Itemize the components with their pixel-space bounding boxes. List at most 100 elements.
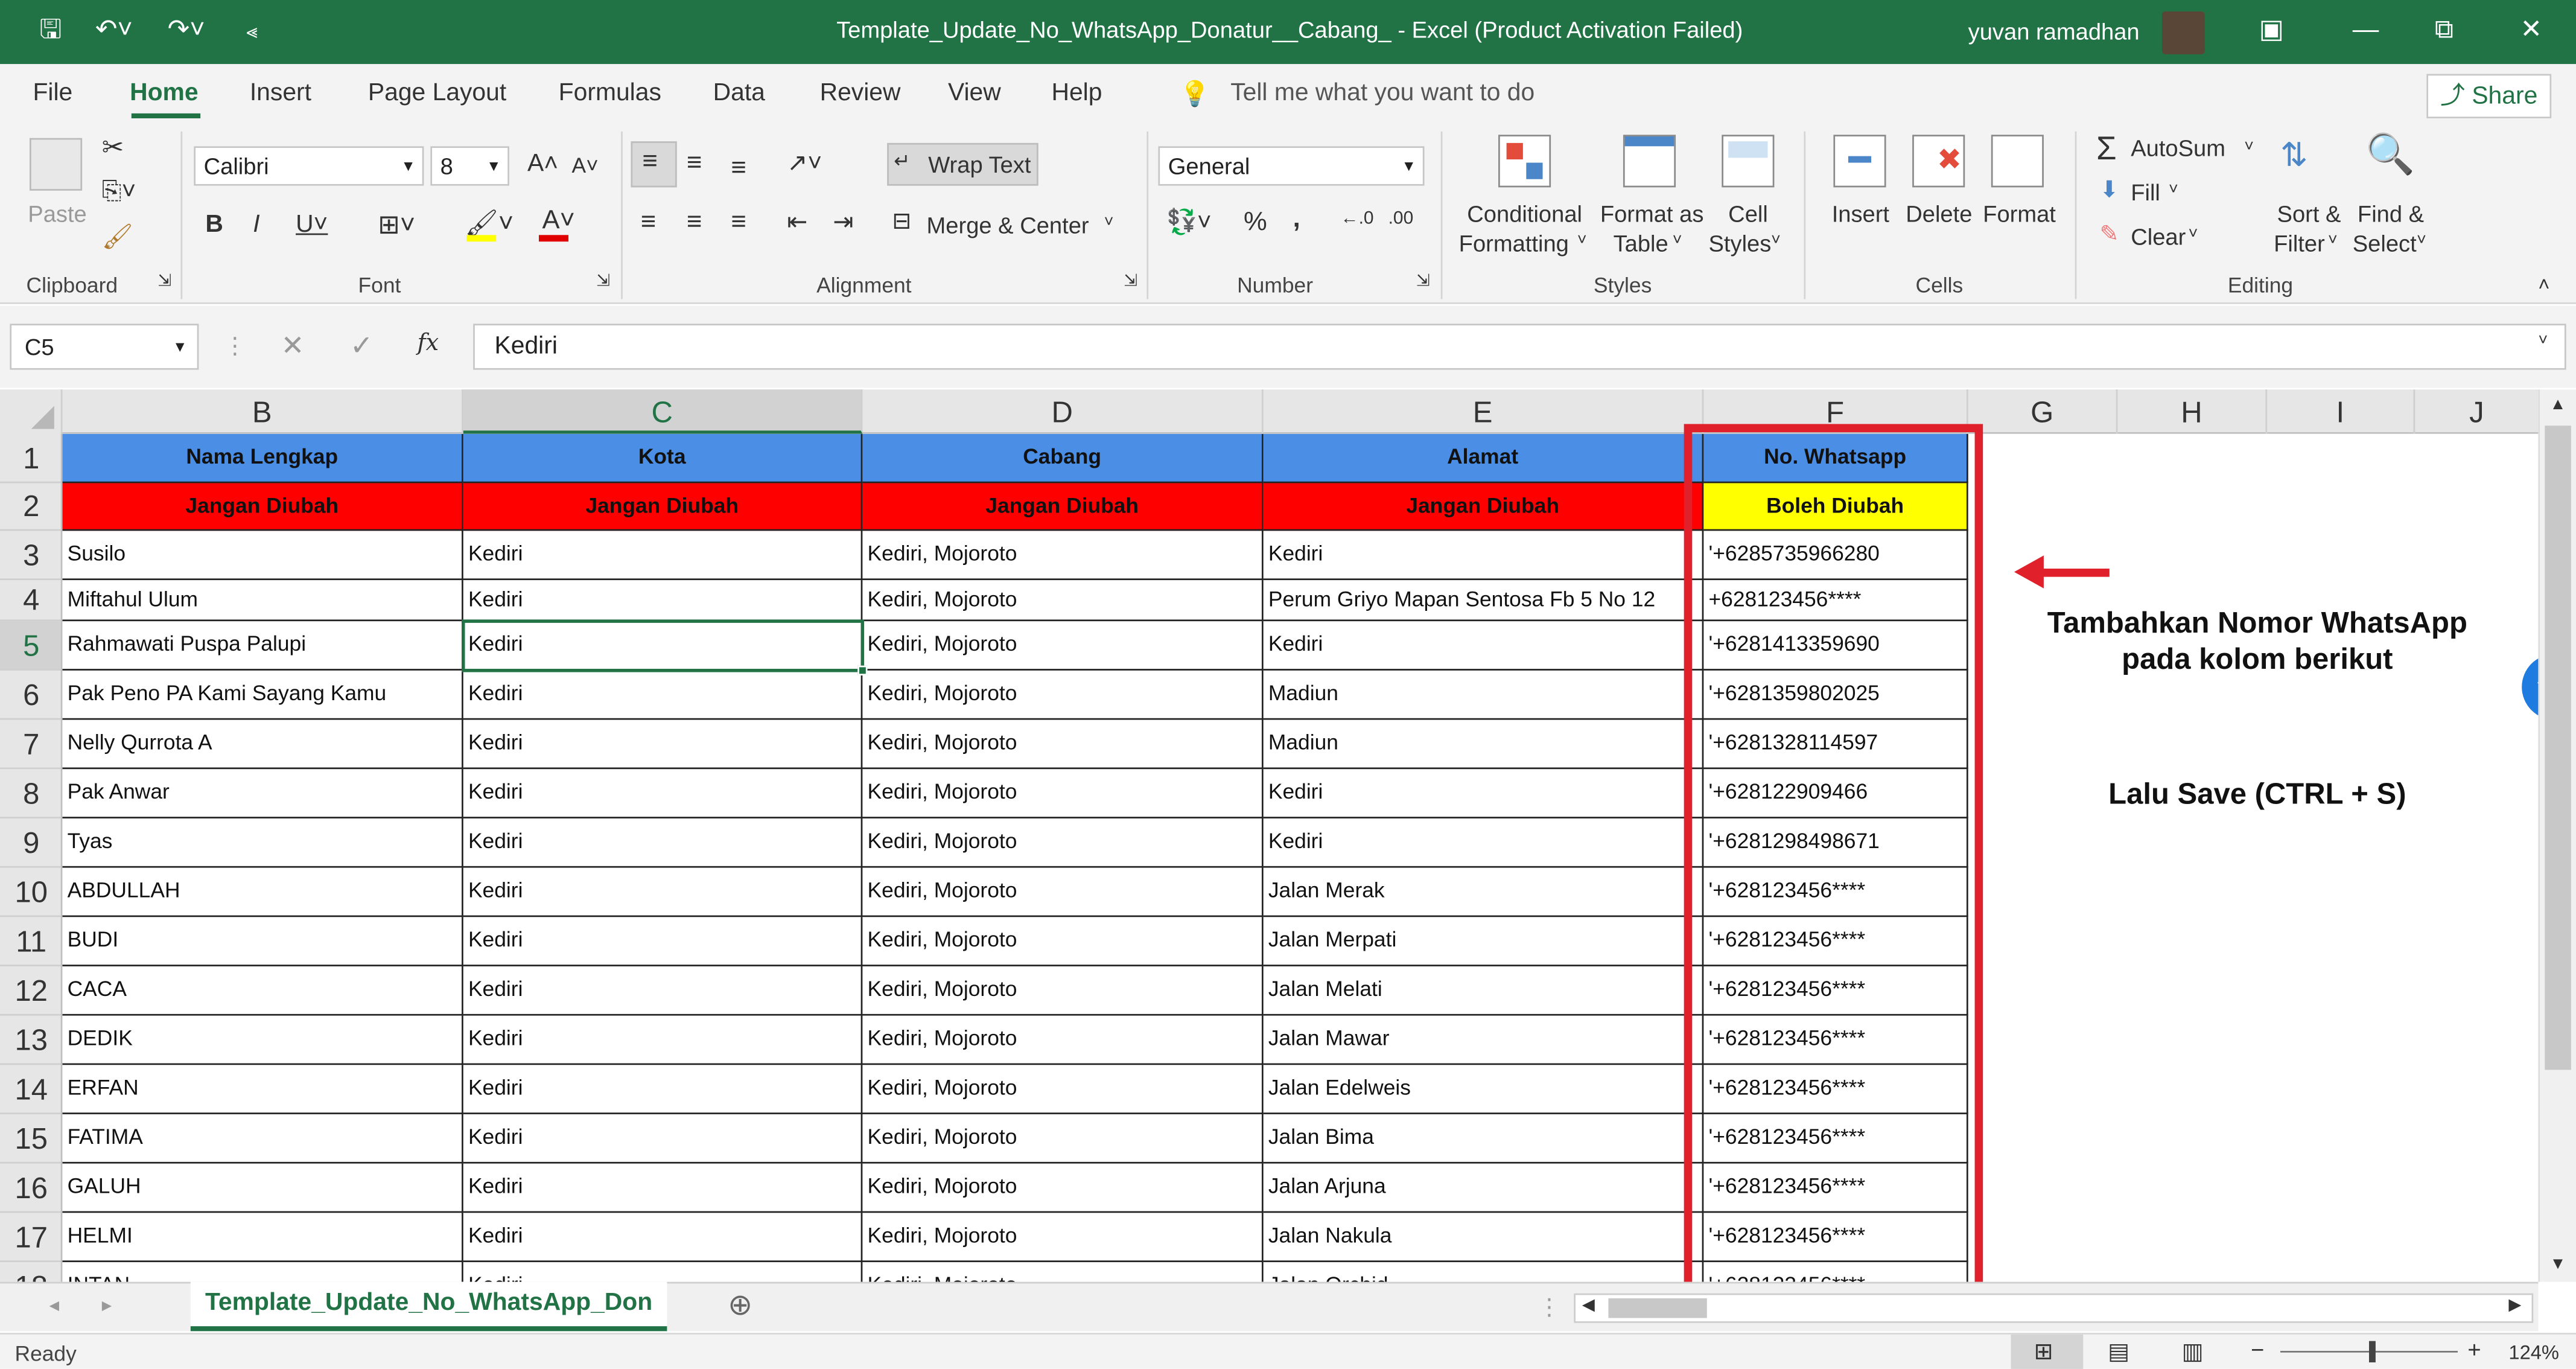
table-cell[interactable]: Kediri [1263, 621, 1704, 671]
sort-filter-icon[interactable]: ⇅ [2280, 135, 2308, 176]
header-cell[interactable]: Jangan Diubah [1263, 483, 1704, 531]
table-cell[interactable]: Kediri, Mojoroto [862, 1262, 1264, 1282]
delete-cells-button[interactable]: Delete [1906, 200, 1972, 227]
column-header-g[interactable]: G [1968, 389, 2118, 434]
fill-handle[interactable] [857, 665, 868, 675]
number-format-select[interactable]: General ▼ [1158, 146, 1425, 186]
normal-view-button[interactable]: ⊞ [2011, 1334, 2084, 1369]
table-cell[interactable]: Kediri, Mojoroto [862, 720, 1264, 770]
delete-cells-icon[interactable]: ✖ [1912, 135, 1965, 188]
row-header[interactable]: 10 [0, 868, 61, 917]
format-as-table-label-2[interactable]: Table [1614, 230, 1668, 257]
table-cell[interactable]: Kediri [463, 1262, 863, 1282]
clipboard-launcher-icon[interactable]: ⇲ [157, 273, 171, 291]
table-cell[interactable]: Jalan Merpati [1263, 917, 1704, 966]
horizontal-scrollbar[interactable]: ◀ ▶ [1574, 1293, 2534, 1323]
format-as-table-label[interactable]: Format as [1600, 200, 1704, 227]
cut-icon[interactable]: ✂ [102, 132, 124, 164]
table-cell[interactable]: Kediri [463, 966, 863, 1016]
zoom-slider-thumb[interactable] [2368, 1341, 2376, 1363]
tell-me-search[interactable]: Tell me what you want to do [1230, 79, 1534, 107]
collapse-ribbon-icon[interactable]: ˄ [2538, 273, 2549, 296]
clear-button[interactable]: Clear [2131, 223, 2186, 250]
tab-insert[interactable]: Insert [250, 79, 311, 107]
table-cell[interactable]: Kediri [463, 1163, 863, 1213]
scroll-down-icon[interactable]: ▼ [2549, 1256, 2566, 1274]
table-cell[interactable]: Kediri [463, 580, 863, 622]
table-cell[interactable]: Jalan Merak [1263, 867, 1704, 917]
autosum-button[interactable]: AutoSum [2131, 135, 2225, 161]
font-launcher-icon[interactable]: ⇲ [596, 273, 610, 291]
row-header[interactable]: 8 [0, 769, 61, 819]
increase-decimal-icon[interactable]: ←.0 [1341, 209, 1374, 229]
page-layout-view-icon[interactable]: ▤ [2108, 1338, 2129, 1365]
row-header[interactable]: 18 [0, 1262, 61, 1282]
sheet-grid[interactable]: Nama Lengkap Jangan Diubah Kota Jangan Diub… [62, 433, 2539, 1282]
cell-styles-label-2[interactable]: Styles [1709, 230, 1772, 257]
row-header[interactable]: 14 [0, 1065, 61, 1114]
number-launcher-icon[interactable]: ⇲ [1416, 273, 1430, 291]
row-header[interactable]: 16 [0, 1164, 61, 1213]
table-cell[interactable]: DEDIK [62, 1015, 463, 1065]
conditional-formatting-label-2[interactable]: Formatting [1459, 230, 1569, 257]
column-header-j[interactable]: J [2415, 389, 2538, 434]
bold-icon[interactable]: B [205, 210, 223, 238]
table-cell[interactable]: Nelly Qurrota A [62, 720, 463, 770]
zoom-in-icon[interactable]: + [2467, 1336, 2481, 1362]
enter-icon[interactable]: ✓ [350, 330, 374, 363]
table-cell[interactable]: Susilo [62, 531, 463, 581]
tab-view[interactable]: View [948, 79, 1001, 107]
tab-help[interactable]: Help [1051, 79, 1102, 107]
sort-filter-label-2[interactable]: Filter [2274, 230, 2325, 257]
table-cell[interactable]: Kediri, Mojoroto [862, 1114, 1264, 1164]
borders-icon[interactable]: ⊞˅ [378, 209, 415, 241]
header-cell[interactable]: Jangan Diubah [862, 483, 1264, 531]
user-name[interactable]: yuvan ramadhan [1968, 18, 2140, 45]
table-cell[interactable]: Kediri, Mojoroto [862, 670, 1264, 720]
next-sheet-icon[interactable]: ▸ [102, 1294, 112, 1316]
column-header-d[interactable]: D [862, 389, 1264, 434]
font-name-select[interactable]: Calibri ▼ [194, 146, 424, 186]
table-cell[interactable]: Kediri [463, 670, 863, 720]
tab-formulas[interactable]: Formulas [559, 79, 661, 107]
add-sheet-icon[interactable]: ⊕ [728, 1289, 752, 1323]
tab-file[interactable]: File [33, 79, 72, 107]
decrease-indent-icon[interactable]: ⇤ [787, 207, 807, 237]
fill-icon[interactable]: ⬇ [2099, 176, 2119, 203]
chevron-down-icon[interactable]: ˅ [1104, 214, 1114, 232]
merge-center-icon[interactable]: ⊟ [892, 207, 911, 235]
table-cell[interactable]: Pak Peno PA Kami Sayang Kamu [62, 670, 463, 720]
format-as-table-icon[interactable] [1623, 135, 1676, 188]
format-cells-button[interactable]: Format [1983, 200, 2056, 227]
header-cell[interactable]: Alamat [1263, 433, 1704, 483]
row-header[interactable]: 15 [0, 1114, 61, 1164]
percent-icon[interactable]: % [1244, 209, 1267, 238]
table-cell[interactable]: ABDULLAH [62, 867, 463, 917]
table-cell[interactable]: Jalan Arjuna [1263, 1163, 1704, 1213]
table-cell[interactable]: Kediri [463, 531, 863, 581]
row-header[interactable]: 12 [0, 966, 61, 1016]
row-header[interactable]: 3 [0, 531, 61, 581]
tab-page-layout[interactable]: Page Layout [368, 79, 506, 107]
table-cell[interactable]: Kediri [463, 720, 863, 770]
undo-icon[interactable]: ↶˅ [95, 15, 133, 48]
sheet-tab-active[interactable]: Template_Update_No_WhatsApp_Don [190, 1281, 667, 1332]
cell-styles-icon[interactable] [1722, 135, 1775, 188]
middle-align-icon[interactable]: ≡ [687, 150, 702, 179]
tab-home[interactable]: Home [130, 79, 198, 107]
header-cell[interactable]: Jangan Diubah [463, 483, 863, 531]
table-cell[interactable]: Jalan Orchid [1264, 1262, 1704, 1282]
orientation-icon[interactable]: ↗˅ [787, 148, 822, 177]
alignment-launcher-icon[interactable]: ⇲ [1124, 273, 1137, 291]
font-size-select[interactable]: 8 ▼ [430, 146, 510, 186]
ribbon-display-icon[interactable]: ▣ [2259, 15, 2284, 48]
table-cell[interactable]: Kediri, Mojoroto [862, 1213, 1264, 1262]
merge-center-button[interactable]: Merge & Center [927, 212, 1089, 238]
autosum-icon[interactable]: Σ [2096, 132, 2117, 170]
table-cell[interactable]: Kediri, Mojoroto [862, 917, 1264, 966]
tab-review[interactable]: Review [820, 79, 901, 107]
row-header[interactable]: 2 [0, 483, 61, 531]
scroll-up-icon[interactable]: ▲ [2549, 396, 2566, 414]
row-header[interactable]: 7 [0, 720, 61, 770]
comma-style-icon[interactable]: , [1293, 205, 1300, 235]
